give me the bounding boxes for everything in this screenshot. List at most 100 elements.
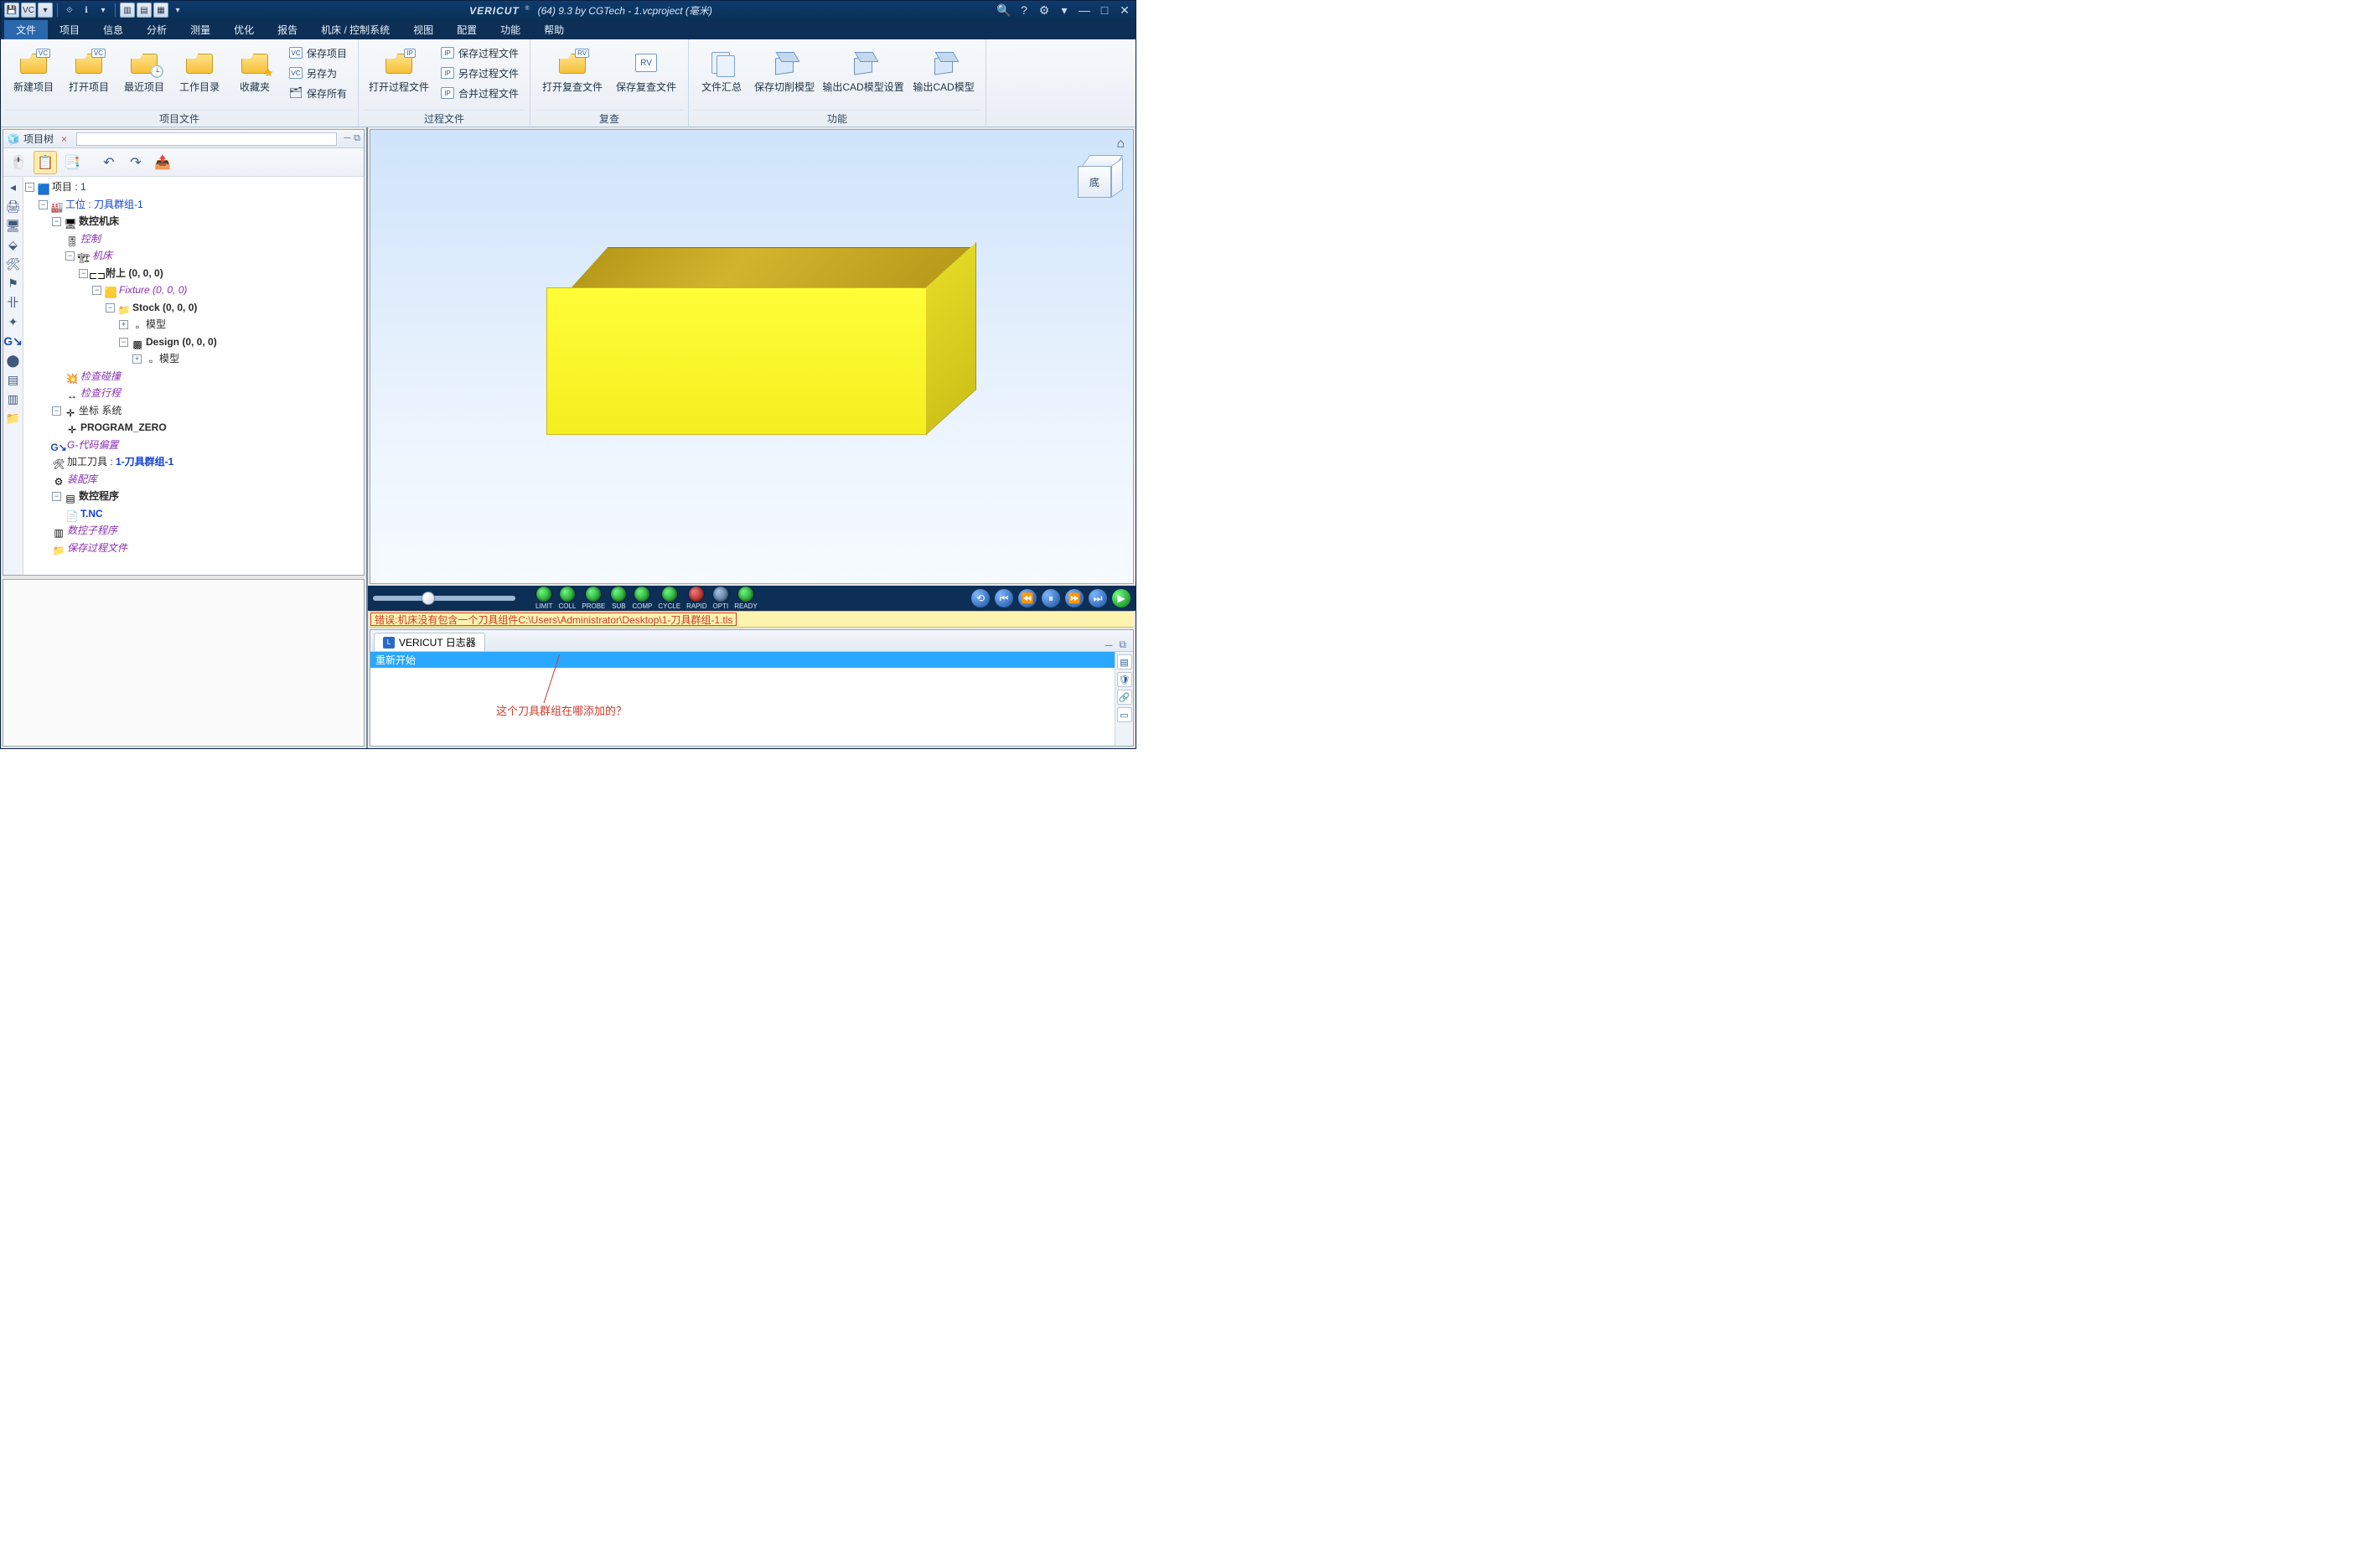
mouse-mode-button[interactable]: 🖱️ <box>7 151 30 174</box>
log-page-icon[interactable]: ▭ <box>1117 707 1132 722</box>
step-back-button[interactable]: ⏪ <box>1018 589 1037 607</box>
led-limit[interactable]: LIMIT <box>536 587 552 610</box>
chevron-down-icon[interactable]: ▾ <box>1057 4 1072 16</box>
vtb-display-icon[interactable]: 🖥 <box>5 217 22 234</box>
open-process-file-button[interactable]: 打开过程文件 <box>364 43 434 108</box>
led-rapid[interactable]: RAPID <box>686 587 706 610</box>
menu-view[interactable]: 视图 <box>401 20 445 39</box>
redo-button[interactable]: ↷ <box>124 151 147 174</box>
led-comp[interactable]: COMP <box>632 587 652 610</box>
slider-knob[interactable] <box>422 592 435 605</box>
file-summary-button[interactable]: 文件汇总 <box>694 43 749 108</box>
menu-info[interactable]: 信息 <box>91 20 135 39</box>
cad-settings-button[interactable]: 输出CAD模型设置 <box>820 43 907 108</box>
navcube-front[interactable]: 底 <box>1078 166 1111 198</box>
vtb-g-icon[interactable]: G↘ <box>5 333 22 349</box>
menu-file[interactable]: 文件 <box>4 20 48 39</box>
log-tab[interactable]: L VERICUT 日志器 <box>374 633 485 651</box>
vtb-tool-icon[interactable]: 🛠 <box>5 256 22 272</box>
saveas-process-file-button[interactable]: IP另存过程文件 <box>434 63 525 83</box>
save-review-button[interactable]: RV保存复查文件 <box>609 43 683 108</box>
expander-icon[interactable]: − <box>106 303 115 313</box>
expander-icon[interactable]: + <box>119 320 128 329</box>
search-icon[interactable]: 🔍 <box>996 4 1012 16</box>
log-shield-icon[interactable]: 🛡 <box>1117 672 1132 687</box>
panel-minimize-icon[interactable]: ─ <box>344 133 350 144</box>
cad-output-button[interactable]: 输出CAD模型 <box>907 43 980 108</box>
project-tree[interactable]: −🟦项目 : 1 −🏭工位 : 刀具群组-1 −🖥数控机床 🎚控制 −🏗机床 −… <box>23 177 364 575</box>
vtb-print-icon[interactable]: 🖨 <box>5 198 22 215</box>
vtb-left-icon[interactable]: ◂ <box>5 178 22 195</box>
open-project-button[interactable]: 打开项目 <box>61 43 116 108</box>
expander-icon[interactable]: − <box>39 200 48 209</box>
expander-icon[interactable]: − <box>52 406 61 416</box>
menu-config[interactable]: 配置 <box>445 20 489 39</box>
recent-project-button[interactable]: 最近项目 <box>116 43 172 108</box>
vtb-axes-icon[interactable]: ✦ <box>5 313 22 330</box>
qat-save-icon[interactable]: 💾 <box>4 3 19 18</box>
menu-function[interactable]: 功能 <box>489 20 532 39</box>
menu-report[interactable]: 报告 <box>266 20 309 39</box>
expander-icon[interactable]: − <box>65 251 75 261</box>
vtb-folder-icon[interactable]: 📁 <box>5 410 22 426</box>
vtb-flag-icon[interactable]: ⚑ <box>5 275 22 292</box>
expander-icon[interactable]: − <box>52 492 61 501</box>
save-cut-model-button[interactable]: 保存切削模型 <box>749 43 820 108</box>
expander-icon[interactable]: − <box>119 338 128 347</box>
save-all-button[interactable]: 🗂保存所有 <box>282 83 353 103</box>
led-cycle[interactable]: CYCLE <box>658 587 680 610</box>
play-button[interactable]: ▶ <box>1112 589 1130 607</box>
expander-icon[interactable]: + <box>132 354 142 364</box>
menu-measure[interactable]: 测量 <box>178 20 222 39</box>
panel-popout-icon[interactable]: ⧉ <box>354 133 360 144</box>
open-review-button[interactable]: 打开复查文件 <box>536 43 609 108</box>
skip-end-button[interactable]: ⏭ <box>1089 589 1107 607</box>
gear-icon[interactable]: ⚙ <box>1037 4 1052 16</box>
log-body[interactable]: 重新开始 这个刀具群组在哪添加的？ <box>370 652 1133 746</box>
log-link-icon[interactable]: 🔗 <box>1117 690 1132 705</box>
expander-icon[interactable]: − <box>52 217 61 226</box>
maximize-button[interactable]: □ <box>1097 4 1112 16</box>
expander-icon[interactable]: − <box>92 286 101 295</box>
led-opti[interactable]: OPTI <box>713 587 729 610</box>
menu-machine[interactable]: 机床 / 控制系统 <box>309 20 401 39</box>
vtb-globe-icon[interactable]: ⬤ <box>5 352 22 369</box>
menu-help[interactable]: 帮助 <box>532 20 576 39</box>
favorites-button[interactable]: 收藏夹 <box>227 43 282 108</box>
minimize-button[interactable]: — <box>1077 4 1092 16</box>
home-icon[interactable]: ⌂ <box>1116 137 1125 152</box>
add-button[interactable]: 📑 <box>60 151 84 174</box>
qat-dropdown-icon[interactable]: ▾ <box>38 3 53 18</box>
qat-layout2-icon[interactable]: ▤ <box>137 3 152 18</box>
work-dir-button[interactable]: 工作目录 <box>172 43 227 108</box>
qat-vc-icon[interactable]: VC <box>21 3 36 18</box>
panel-close-button[interactable]: × <box>59 133 70 145</box>
step-fwd-button[interactable]: ⏩ <box>1065 589 1084 607</box>
vtb-nc-icon[interactable]: ▤ <box>5 371 22 388</box>
expander-icon[interactable]: − <box>25 183 34 192</box>
log-minimize-icon[interactable]: ─ <box>1102 639 1116 651</box>
save-process-file-button[interactable]: IP保存过程文件 <box>434 43 525 63</box>
menu-optimize[interactable]: 优化 <box>222 20 266 39</box>
vtb-caliper-icon[interactable]: 卝 <box>5 294 22 311</box>
reset-button[interactable]: ⟲ <box>971 589 990 607</box>
led-coll[interactable]: COLL <box>558 587 576 610</box>
menu-project[interactable]: 项目 <box>48 20 91 39</box>
save-as-button[interactable]: VC另存为 <box>282 63 353 83</box>
new-project-button[interactable]: 新建项目 <box>6 43 61 108</box>
navcube-side[interactable] <box>1111 158 1123 198</box>
expander-icon[interactable]: − <box>79 269 88 278</box>
led-sub[interactable]: SUB <box>611 587 626 610</box>
log-popout-icon[interactable]: ⧉ <box>1115 638 1130 651</box>
vtb-sub-icon[interactable]: ▥ <box>5 390 22 407</box>
help-icon[interactable]: ? <box>1017 4 1032 16</box>
menu-analysis[interactable]: 分析 <box>135 20 178 39</box>
save-project-button[interactable]: VC保存项目 <box>282 43 353 63</box>
list-mode-button[interactable]: 📋 <box>34 151 57 174</box>
close-button[interactable]: ✕ <box>1117 4 1132 16</box>
qat-layout1-icon[interactable]: ▥ <box>120 3 135 18</box>
nav-cube[interactable]: 底 <box>1074 153 1121 200</box>
log-btn1[interactable]: ▤ <box>1117 654 1132 669</box>
export-button[interactable]: 📤 <box>151 151 174 174</box>
pause-button[interactable]: ⏸ <box>1042 589 1060 607</box>
